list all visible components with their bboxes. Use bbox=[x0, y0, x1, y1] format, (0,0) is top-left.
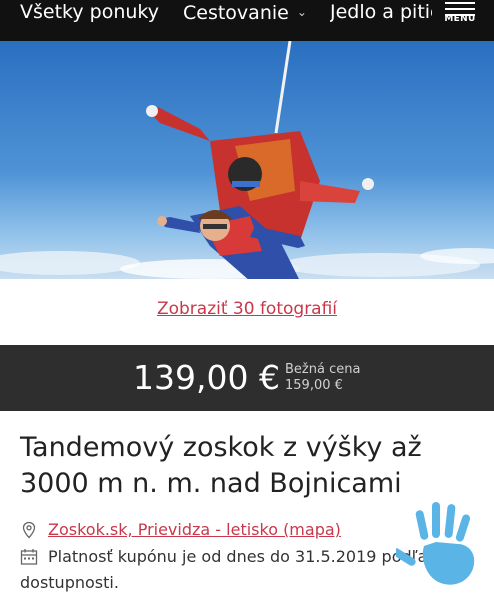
regular-price: 159,00 € bbox=[285, 378, 343, 393]
hand-print-icon[interactable] bbox=[396, 498, 486, 590]
price-bar: 139,00 € Bežná cena 159,00 € bbox=[0, 345, 494, 411]
skydiving-photo bbox=[0, 41, 494, 279]
hero-image[interactable] bbox=[0, 41, 494, 279]
nav-item-travel-label: Cestovanie bbox=[183, 2, 289, 24]
deal-title: Tandemový zoskok z výšky až 3000 m n. m.… bbox=[20, 432, 422, 499]
chevron-down-icon: ⌄ bbox=[296, 5, 307, 19]
nav-item-food-drink[interactable]: Jedlo a pitie bbox=[330, 0, 432, 25]
top-navigation: Všetky ponuky Cestovanie ⌄ Jedlo a pitie … bbox=[0, 0, 494, 41]
nav-item-travel[interactable]: Cestovanie ⌄ bbox=[183, 0, 307, 25]
menu-label: MENU bbox=[444, 14, 476, 24]
photos-band: Zobraziť 30 fotografií bbox=[0, 279, 494, 345]
nav-item-all-offers[interactable]: Všetky ponuky bbox=[20, 0, 159, 25]
menu-button[interactable]: MENU bbox=[440, 0, 480, 36]
validity-text-line-2: dostupnosti. bbox=[20, 573, 119, 592]
regular-price-label: Bežná cena bbox=[285, 362, 361, 377]
calendar-icon bbox=[20, 549, 38, 565]
view-photos-link[interactable]: Zobraziť 30 fotografií bbox=[157, 299, 337, 319]
location-pin-icon bbox=[22, 521, 36, 539]
current-price: 139,00 € bbox=[133, 358, 280, 397]
